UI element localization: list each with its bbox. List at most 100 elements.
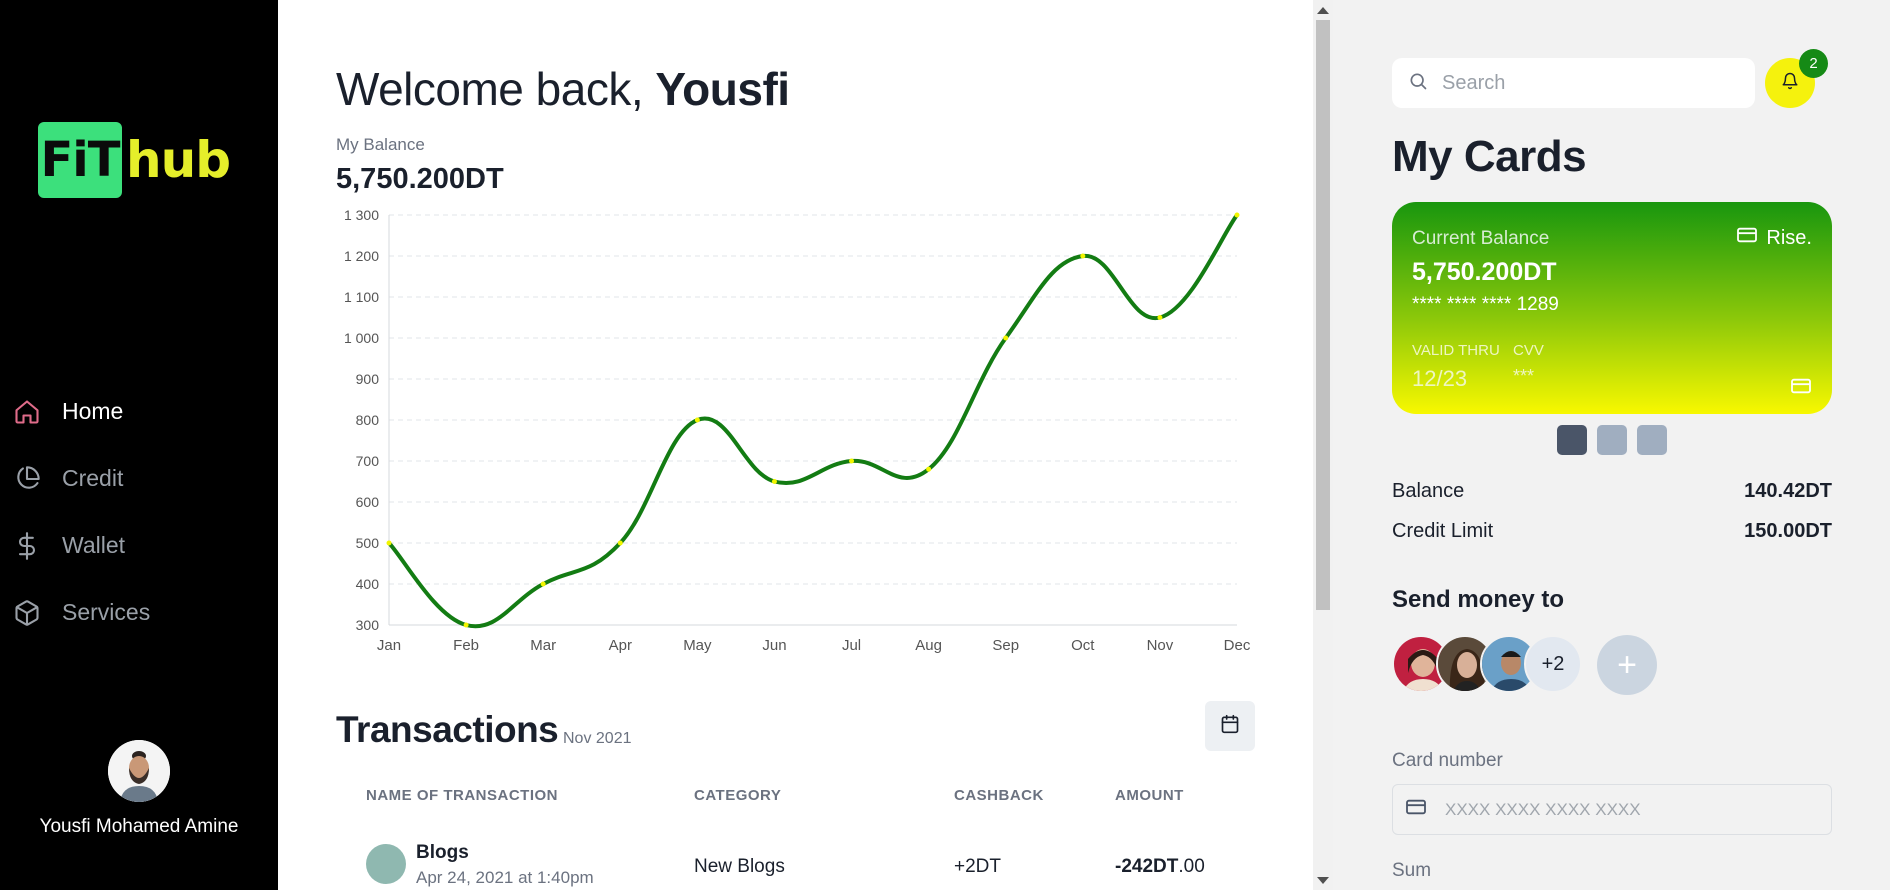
right-panel: 2 My Cards Current Balance Rise. 5,750.2… — [1333, 0, 1890, 890]
sidebar-nav: Home Credit Wallet Services — [0, 378, 278, 646]
x-tick-label: Mar — [530, 637, 556, 654]
card-chip-icon — [1790, 377, 1812, 400]
data-point — [1080, 253, 1086, 259]
search-input[interactable] — [1442, 71, 1742, 95]
card-number-field[interactable] — [1392, 784, 1832, 835]
card-number-label: Card number — [1392, 750, 1503, 771]
dollar-icon — [12, 531, 42, 561]
sidebar-item-home[interactable]: Home — [0, 378, 278, 445]
card-number-last: 1289 — [1516, 294, 1559, 315]
x-tick-label: Oct — [1071, 637, 1095, 654]
x-tick-label: May — [683, 637, 712, 654]
x-tick-label: Jul — [842, 637, 861, 654]
x-tick-label: Feb — [453, 637, 479, 654]
x-tick-label: Sep — [992, 637, 1019, 654]
y-tick-label: 300 — [356, 617, 380, 633]
transaction-cashback: +2DT — [954, 856, 1001, 877]
logo-text: hub — [126, 131, 231, 189]
transactions-date: Nov 2021 — [563, 730, 632, 747]
balance-row-value: 140.42DT — [1744, 480, 1832, 502]
column-header-name[interactable]: NAME OF TRANSACTION — [366, 787, 558, 804]
transactions-title: Transactions — [336, 709, 559, 750]
y-tick-label: 500 — [356, 535, 380, 551]
column-header-cashback[interactable]: CASHBACK — [954, 787, 1044, 804]
credit-card[interactable]: Current Balance Rise. 5,750.200DT **** *… — [1392, 202, 1832, 414]
series-line — [387, 213, 1239, 629]
cvv-value: *** — [1513, 366, 1535, 386]
welcome-name: Yousfi — [655, 63, 790, 115]
more-recipients[interactable]: +2 — [1524, 635, 1582, 693]
notification-badge: 2 — [1799, 49, 1828, 78]
column-header-amount[interactable]: AMOUNT — [1115, 787, 1184, 804]
calendar-icon — [1220, 714, 1240, 739]
fithub-logo[interactable]: FiT hub — [38, 122, 231, 198]
y-tick-label: 700 — [356, 453, 380, 469]
card-icon — [1736, 226, 1758, 250]
data-point — [1157, 315, 1163, 320]
card-balance-value: 5,750.200DT — [1412, 258, 1557, 286]
add-recipient-button[interactable]: + — [1597, 635, 1657, 695]
calendar-button[interactable] — [1205, 701, 1255, 751]
sum-label: Sum — [1392, 860, 1432, 881]
sidebar-item-label: Wallet — [62, 532, 126, 558]
data-point — [617, 540, 623, 546]
card-number: **** **** **** 1289 — [1412, 294, 1559, 316]
balance-row-label: Balance — [1392, 480, 1465, 502]
scroll-thumb[interactable] — [1316, 20, 1330, 610]
x-tick-label: Dec — [1224, 637, 1251, 654]
sidebar-item-services[interactable]: Services — [0, 579, 278, 646]
balance-chart: 300 400 500 600 700 800 900 1 000 1 100 1 200 1 30… — [344, 207, 1251, 654]
scroll-up-arrow[interactable] — [1317, 7, 1329, 14]
data-point — [540, 581, 546, 587]
card-pagination — [1557, 425, 1667, 455]
credit-card-icon — [1405, 798, 1427, 821]
search-box[interactable] — [1392, 58, 1755, 108]
x-tick-label: Jun — [762, 637, 786, 654]
data-point — [849, 458, 855, 464]
home-icon — [12, 397, 42, 427]
sidebar-item-credit[interactable]: Credit — [0, 445, 278, 512]
transaction-date: Apr 24, 2021 at 1:40pm — [416, 868, 594, 887]
logo-mark: FiT — [38, 122, 122, 198]
y-tick-label: 900 — [356, 371, 380, 387]
sidebar: FiT hub Home Credit Wallet Services Yous… — [0, 0, 278, 890]
data-point — [1003, 335, 1009, 341]
x-tick-label: Aug — [915, 637, 942, 654]
card-number-mask: **** **** **** — [1412, 294, 1512, 315]
sidebar-item-wallet[interactable]: Wallet — [0, 512, 278, 579]
balance-value: 5,750.200DT — [336, 163, 504, 195]
card-balance-label: Current Balance — [1412, 228, 1550, 249]
card-number-input[interactable] — [1445, 799, 1825, 820]
credit-limit-row: Credit Limit 150.00DT — [1392, 520, 1832, 543]
valid-thru-label: VALID THRU — [1412, 342, 1500, 359]
sidebar-item-label: Credit — [62, 465, 124, 491]
pie-chart-icon — [12, 464, 42, 494]
y-tick-label: 1 100 — [344, 289, 379, 305]
valid-thru-value: 12/23 — [1412, 366, 1468, 391]
y-tick-label: 1 300 — [344, 207, 379, 223]
recipient-avatars: +2 — [1392, 635, 1582, 693]
sidebar-item-label: Services — [62, 599, 151, 625]
scrollbar[interactable] — [1313, 0, 1333, 890]
y-tick-label: 600 — [356, 494, 380, 510]
y-tick-label: 1 000 — [344, 330, 379, 346]
credit-limit-label: Credit Limit — [1392, 520, 1494, 542]
x-tick-label: Apr — [609, 637, 632, 654]
user-profile[interactable]: Yousfi Mohamed Amine — [0, 740, 278, 838]
scroll-down-arrow[interactable] — [1317, 877, 1329, 884]
card-dot-1[interactable] — [1557, 425, 1587, 455]
balance-row: Balance 140.42DT — [1392, 480, 1832, 503]
amount-decimal: .00 — [1178, 856, 1205, 877]
card-dot-3[interactable] — [1637, 425, 1667, 455]
x-tick-label: Jan — [377, 637, 401, 654]
data-point — [386, 540, 392, 546]
x-tick-label: Nov — [1147, 637, 1174, 654]
cvv-label: CVV — [1513, 342, 1544, 359]
avatar[interactable] — [108, 740, 170, 802]
card-dot-2[interactable] — [1597, 425, 1627, 455]
card-brand-name: Rise. — [1766, 226, 1812, 249]
column-header-category[interactable]: CATEGORY — [694, 787, 781, 804]
welcome-prefix: Welcome back, — [336, 63, 656, 115]
send-money-title: Send money to — [1392, 586, 1565, 613]
transaction-amount: -242DT.00 — [1115, 856, 1205, 878]
